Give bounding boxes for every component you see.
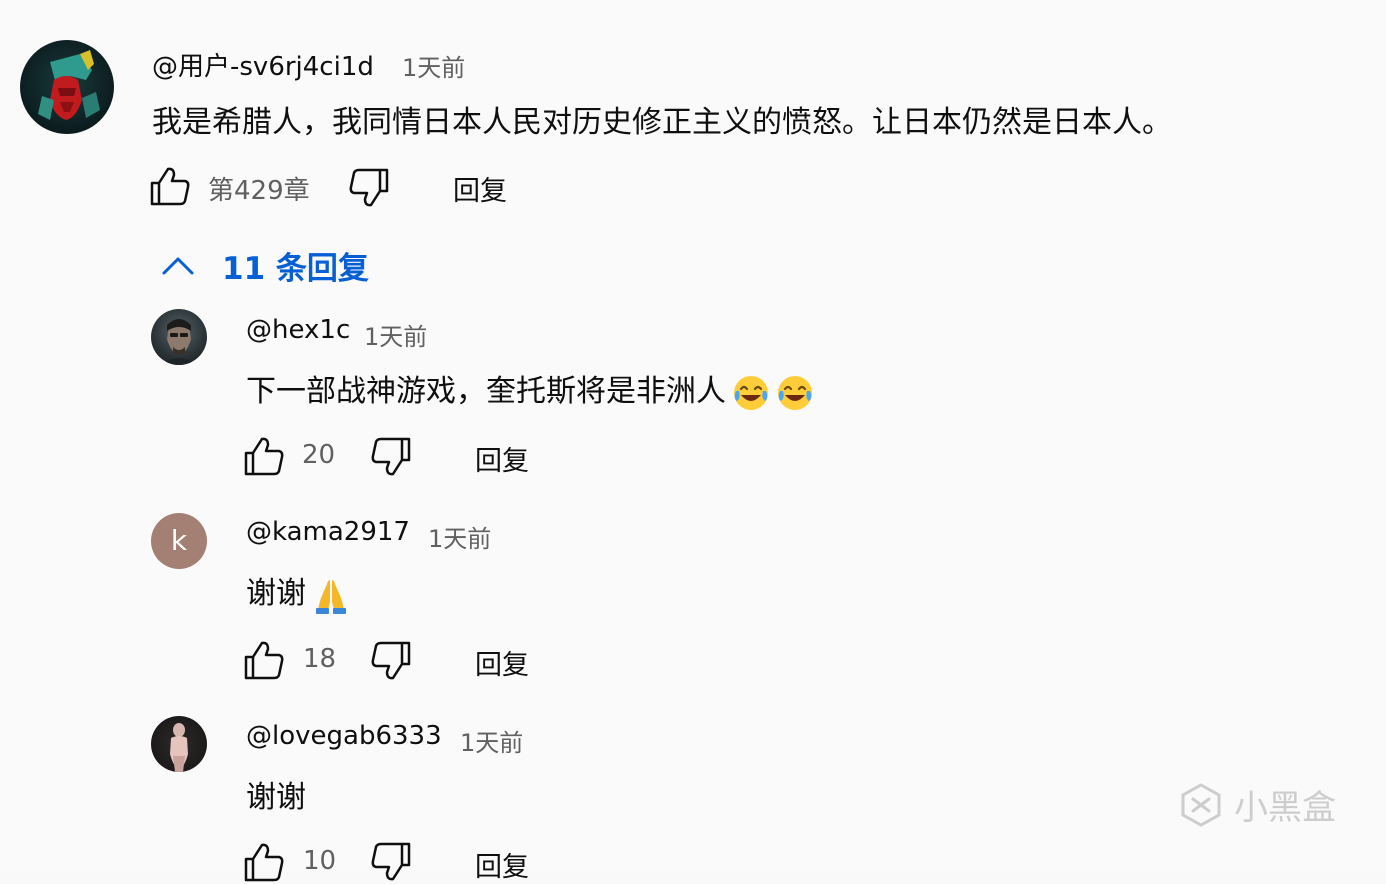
replies-toggle-button[interactable]: 11 条回复 bbox=[160, 243, 369, 287]
man-portrait-avatar-image bbox=[161, 319, 197, 365]
thumbs-up-icon[interactable] bbox=[242, 434, 286, 478]
reply-like-count: 10 bbox=[303, 846, 337, 876]
reply-text: 下一部战神游戏，奎托斯将是非洲人 bbox=[246, 374, 726, 409]
main-comment-timestamp[interactable]: 1天前 bbox=[402, 48, 465, 83]
reply-text: 谢谢 bbox=[246, 780, 306, 815]
folded-hands-emoji-icon bbox=[316, 579, 346, 614]
main-comment-text: 我是希腊人，我同情日本人民对历史修正主义的愤怒。让日本仍然是日本人。 bbox=[152, 105, 1172, 140]
reply-username[interactable]: @hex1c bbox=[246, 315, 350, 345]
reply-button[interactable]: 回复 bbox=[475, 643, 529, 682]
thumbs-up-icon[interactable] bbox=[242, 638, 286, 682]
watermark: 小黑盒 bbox=[1178, 780, 1336, 829]
reply-text: 谢谢 bbox=[246, 576, 306, 611]
face-with-tears-of-joy-emoji-icon bbox=[778, 375, 812, 410]
reply-button[interactable]: 回复 bbox=[475, 845, 529, 884]
reply-timestamp[interactable]: 1天前 bbox=[428, 519, 491, 554]
chevron-up-icon bbox=[162, 257, 194, 275]
reply-avatar-lovegab6333[interactable] bbox=[151, 716, 207, 772]
watermark-text: 小黑盒 bbox=[1234, 788, 1336, 828]
figure-avatar-image bbox=[170, 723, 188, 772]
thumbs-up-icon[interactable] bbox=[242, 840, 286, 884]
reply-avatar-hex1c[interactable] bbox=[151, 309, 207, 365]
reply-text-line: 谢谢 bbox=[246, 568, 350, 614]
reply-username[interactable]: @kama2917 bbox=[246, 517, 410, 547]
thumbs-down-icon[interactable] bbox=[369, 435, 413, 479]
heybox-logo-icon bbox=[1181, 782, 1221, 827]
reply-text-line: 下一部战神游戏，奎托斯将是非洲人 bbox=[246, 366, 814, 412]
reply-avatar-kama2917[interactable]: k bbox=[151, 513, 207, 569]
reply-timestamp[interactable]: 1天前 bbox=[460, 723, 523, 758]
avatar-letter: k bbox=[170, 524, 188, 557]
reply-username[interactable]: @lovegab6333 bbox=[246, 721, 442, 751]
thumbs-down-icon[interactable] bbox=[347, 166, 391, 210]
main-comment-username[interactable]: @用户-sv6rj4ci1d bbox=[152, 46, 374, 83]
reply-button[interactable]: 回复 bbox=[475, 439, 529, 478]
comment-thread: @用户-sv6rj4ci1d 1天前 我是希腊人，我同情日本人民对历史修正主义的… bbox=[0, 0, 1386, 883]
replies-toggle-label: 11 条回复 bbox=[222, 250, 369, 287]
main-comment-avatar[interactable] bbox=[20, 40, 114, 134]
main-comment-reply-button[interactable]: 回复 bbox=[453, 169, 507, 208]
reply-like-count: 18 bbox=[303, 644, 337, 674]
face-with-tears-of-joy-emoji-icon bbox=[734, 375, 768, 410]
armored-figure-avatar-image bbox=[38, 50, 100, 120]
reply-like-count: 20 bbox=[302, 440, 336, 470]
thumbs-down-icon[interactable] bbox=[369, 840, 413, 884]
reply-timestamp[interactable]: 1天前 bbox=[364, 317, 427, 352]
thumbs-down-icon[interactable] bbox=[369, 639, 413, 683]
thumbs-up-icon[interactable] bbox=[148, 164, 192, 208]
main-comment-like-count: 第429章 bbox=[208, 176, 310, 206]
